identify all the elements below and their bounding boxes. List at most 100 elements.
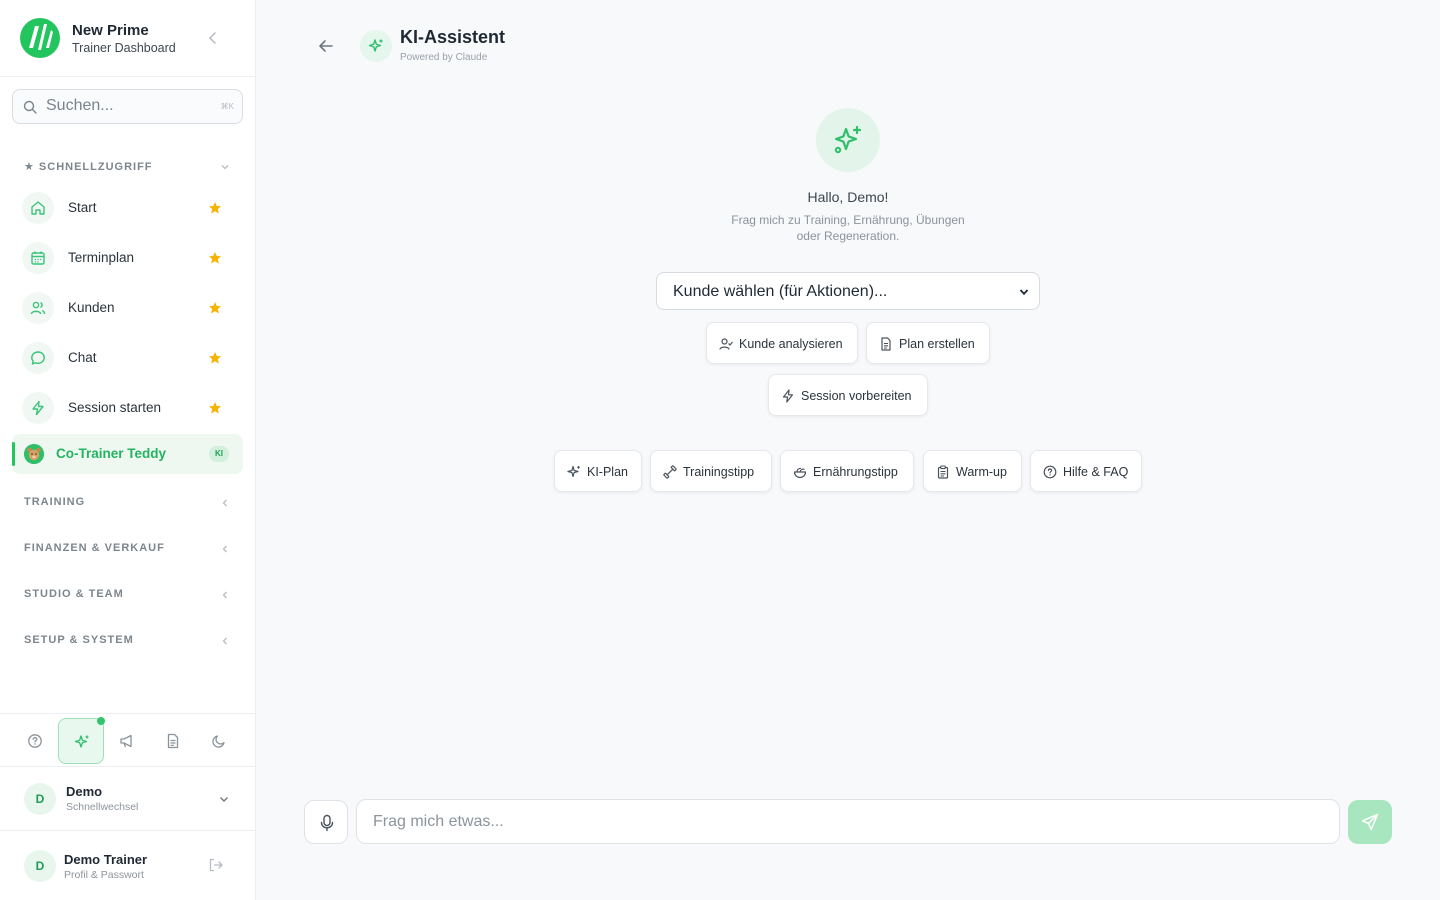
sidebar-item-label: Chat (68, 350, 97, 365)
sidebar-item-label: Terminplan (68, 250, 135, 265)
ai-sparkles-icon (834, 125, 862, 154)
chip-label: Plan erstellen (899, 337, 975, 351)
section-quick-access-label: ★ SCHNELLZUGRIFF (24, 161, 153, 173)
sidebar-item-co-trainer-teddy[interactable]: Co-Trainer Teddy KI (12, 434, 243, 474)
page-subtitle: Powered by Claude (400, 52, 488, 63)
create-plan-button[interactable]: Plan erstellen (866, 322, 990, 364)
chevron-left-icon (222, 591, 227, 599)
collapse-sidebar-icon[interactable] (205, 30, 221, 46)
sidebar-toolbar (0, 713, 256, 767)
document-icon (167, 733, 179, 749)
document-icon (881, 337, 891, 351)
account-name: Demo (66, 784, 103, 799)
star-icon[interactable] (208, 351, 222, 365)
brand-subtitle: Trainer Dashboard (72, 41, 176, 55)
chip-label: KI-Plan (587, 465, 628, 479)
prompt-ki-plan[interactable]: KI-Plan (554, 450, 642, 492)
section-label: FINANZEN & VERKAUF (24, 542, 165, 554)
chevron-down-icon (221, 165, 229, 170)
brand-logo (20, 18, 60, 58)
section-studio-team[interactable]: STUDIO & TEAM (24, 588, 234, 604)
message-placeholder: Frag mich etwas... (373, 813, 504, 830)
sidebar-item-label: Co-Trainer Teddy (56, 446, 167, 461)
back-arrow-icon[interactable] (316, 36, 336, 56)
ai-sparkles-icon (360, 30, 392, 62)
chevron-left-icon (222, 637, 227, 645)
chip-label: Ernährungstipp (813, 465, 898, 479)
clipboard-icon (937, 465, 949, 479)
dumbbell-icon (663, 465, 677, 479)
documents-button[interactable] (150, 718, 196, 764)
sidebar-item-kunden[interactable]: Kunden (12, 286, 243, 330)
avatar: D (24, 850, 56, 882)
brand-title: New Prime (72, 22, 149, 39)
search-icon (23, 100, 37, 114)
sidebar-item-terminplan[interactable]: Terminplan (12, 236, 243, 280)
prompt-warm-up[interactable]: Warm-up (923, 450, 1022, 492)
lightning-icon (22, 392, 54, 424)
lightning-icon (782, 389, 794, 403)
analyze-client-button[interactable]: Kunde analysieren (706, 322, 858, 364)
voice-input-button[interactable] (304, 800, 348, 844)
account-switcher[interactable]: D Demo Schnellwechsel (0, 767, 256, 831)
ai-sparkles-icon (74, 735, 89, 748)
client-select[interactable]: Kunde wählen (für Aktionen)... (656, 272, 1040, 310)
prepare-session-button[interactable]: Session vorbereiten (768, 374, 928, 416)
sidebar-item-label: Kunden (68, 300, 115, 315)
greeting: Hallo, Demo! (807, 189, 889, 205)
users-icon (22, 292, 54, 324)
section-finanzen-verkauf[interactable]: FINANZEN & VERKAUF (24, 542, 234, 558)
sidebar-item-label: Session starten (68, 400, 162, 415)
avatar: D (24, 783, 56, 815)
star-icon[interactable] (208, 251, 222, 265)
prompt-ernaehrungstipp[interactable]: Ernährungstipp (780, 450, 914, 492)
page-title: KI-Assistent (400, 27, 506, 47)
prompt-trainingstipp[interactable]: Trainingstipp (650, 450, 772, 492)
logout-icon[interactable] (208, 857, 224, 873)
sidebar-item-chat[interactable]: Chat (12, 336, 243, 380)
section-label: TRAINING (24, 496, 86, 508)
assistant-hero-icon (816, 108, 880, 172)
moon-icon (212, 735, 225, 748)
user-name: Demo Trainer (64, 852, 148, 867)
star-icon[interactable] (208, 401, 222, 415)
star-icon[interactable] (208, 201, 222, 215)
search-placeholder: Suchen... (46, 97, 114, 114)
section-label: STUDIO & TEAM (24, 588, 124, 600)
sidebar-item-label: Start (68, 200, 97, 215)
search-shortcut: ⌘K (220, 102, 234, 111)
search-input[interactable]: Suchen... ⌘K (12, 89, 243, 124)
sidebar-item-start[interactable]: Start (12, 186, 243, 230)
welcome-line: oder Regeneration. (796, 229, 900, 243)
megaphone-icon (120, 734, 132, 748)
section-quick-access[interactable]: ★ SCHNELLZUGRIFF (24, 160, 234, 176)
home-icon (22, 192, 54, 224)
announcements-button[interactable] (104, 718, 150, 764)
help-button[interactable] (12, 718, 58, 764)
ai-sparkles-icon (567, 465, 580, 478)
send-button[interactable] (1348, 800, 1392, 844)
sidebar-item-session-starten[interactable]: Session starten (12, 386, 243, 430)
chevron-down-icon (1019, 289, 1029, 296)
chip-label: Kunde analysieren (739, 337, 843, 351)
chip-label: Hilfe & FAQ (1063, 465, 1129, 479)
section-training[interactable]: TRAINING (24, 496, 234, 512)
chevron-down-icon (220, 797, 228, 802)
sidebar: New Prime Trainer Dashboard Suchen... ⌘K… (0, 0, 256, 900)
welcome-line: Frag mich zu Training, Ernährung, Übunge… (731, 213, 965, 227)
chip-label: Warm-up (956, 465, 1007, 479)
message-input[interactable]: Frag mich etwas... (356, 799, 1340, 844)
chip-label: Trainingstipp (683, 465, 755, 479)
user-profile[interactable]: D Demo Trainer Profil & Passwort (0, 832, 256, 900)
chat-bubble-icon (22, 342, 54, 374)
ai-assistant-button[interactable] (58, 718, 104, 764)
account-subtitle: Schnellwechsel (66, 801, 139, 813)
section-setup-system[interactable]: SETUP & SYSTEM (24, 634, 234, 650)
client-select-value: Kunde wählen (für Aktionen)... (673, 283, 888, 300)
dark-mode-button[interactable] (196, 718, 242, 764)
welcome-description: Frag mich zu Training, Ernährung, Übunge… (710, 212, 986, 244)
star-icon[interactable] (208, 301, 222, 315)
ki-badge: KI (209, 446, 229, 462)
prompt-hilfe-faq[interactable]: Hilfe & FAQ (1030, 450, 1142, 492)
user-check-icon (719, 338, 733, 350)
